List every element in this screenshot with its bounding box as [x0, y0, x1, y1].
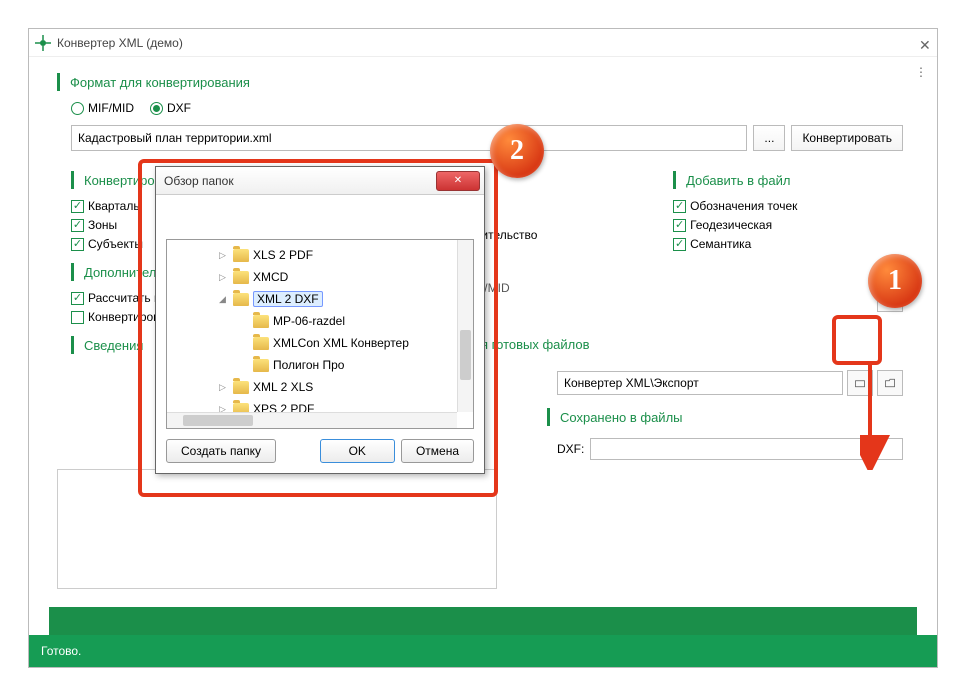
chk-konvertirov[interactable] [71, 311, 84, 324]
chk-subjekty[interactable]: ✓ [71, 238, 84, 251]
chk-konvertirov-label: Конвертиров [88, 310, 160, 324]
saved-dxf-label: DXF: [557, 442, 584, 456]
tree-item-label: XML 2 DXF [253, 291, 323, 307]
dialog-close-button[interactable]: ✕ [436, 171, 480, 191]
chk-kvartaly-label: Кварталы [88, 199, 142, 213]
tree-item[interactable]: Полигон Про [167, 354, 473, 376]
folder-tree[interactable]: ▷XLS 2 PDF▷XMCD◢XML 2 DXF MP-06-razdel XML… [166, 239, 474, 429]
section-info-label: Сведения [84, 338, 143, 353]
chk-subjekty-label: Субъекты [88, 237, 143, 251]
chk-rasschitat[interactable]: ✓ [71, 292, 84, 305]
section-addtofile: Добавить в файл [673, 171, 903, 189]
export-path-open-button[interactable] [877, 370, 903, 396]
section-saved-label: Сохранено в файлы [560, 410, 683, 425]
radio-dxf[interactable]: DXF [150, 101, 191, 115]
tree-vscrollbar[interactable] [457, 240, 473, 412]
section-addtofile-label: Добавить в файл [686, 173, 790, 188]
close-icon[interactable]: ✕ [919, 37, 931, 49]
tree-item[interactable]: ▷XLS 2 PDF [167, 244, 473, 266]
folder-browse-dialog: Обзор папок ✕ ▷XLS 2 PDF▷XMCD◢XML 2 DXF M… [155, 166, 485, 474]
source-file-input[interactable] [71, 125, 747, 151]
saved-dxf-input[interactable] [590, 438, 903, 460]
chk-toch[interactable]: ✓ [673, 200, 686, 213]
tree-item[interactable]: ◢XML 2 DXF [167, 288, 473, 310]
status-text: Готово. [41, 644, 81, 658]
export-path-browse-button[interactable] [847, 370, 873, 396]
chk-kvartaly[interactable]: ✓ [71, 200, 84, 213]
browse-source-button[interactable]: ... [753, 125, 785, 151]
convert-button[interactable]: Конвертировать [791, 125, 903, 151]
chk-toch-label: Обозначения точек [690, 199, 797, 213]
app-logo-icon [35, 35, 51, 51]
export-path-input[interactable] [557, 371, 843, 395]
section-format-label: Формат для конвертирования [70, 75, 250, 90]
chk-geod[interactable]: ✓ [673, 219, 686, 232]
tree-item-label: MP-06-razdel [273, 314, 345, 328]
chk-geod-label: Геодезическая [690, 218, 772, 232]
chk-zony[interactable]: ✓ [71, 219, 84, 232]
status-bar: Готово. [29, 635, 937, 667]
radio-dxf-label: DXF [167, 101, 191, 115]
progress-bar [49, 607, 917, 635]
tree-item-label: Полигон Про [273, 358, 344, 372]
section-accent-bar [57, 73, 60, 91]
section-saved: Сохранено в файлы [547, 408, 917, 426]
tree-item[interactable]: XMLCon XML Конвертер [167, 332, 473, 354]
section-format: Формат для конвертирования [57, 73, 917, 91]
format-radio-group: MIF/MID DXF [71, 101, 917, 115]
export-path-row [557, 370, 903, 396]
chk-seman[interactable]: ✓ [673, 238, 686, 251]
chk-zony-label: Зоны [88, 218, 117, 232]
tree-item[interactable]: ▷XMCD [167, 266, 473, 288]
info-textarea[interactable] [57, 469, 497, 589]
source-file-row: ... Конвертировать [71, 125, 903, 151]
chk-seman-label: Семантика [690, 237, 751, 251]
tree-item[interactable]: MP-06-razdel [167, 310, 473, 332]
tree-item-label: XLS 2 PDF [253, 248, 313, 262]
new-folder-button[interactable]: Создать папку [166, 439, 276, 463]
tree-item-label: XML 2 XLS [253, 380, 313, 394]
dialog-title: Обзор папок [164, 174, 436, 188]
tree-hscrollbar[interactable] [167, 412, 457, 428]
titlebar: Конвертер XML (демо) ✕ [29, 29, 937, 57]
tree-item-label: XMLCon XML Конвертер [273, 336, 409, 350]
cancel-button[interactable]: Отмена [401, 439, 474, 463]
ok-button[interactable]: OK [320, 439, 395, 463]
dialog-titlebar: Обзор папок ✕ [156, 167, 484, 195]
tree-item[interactable]: ▷XML 2 XLS [167, 376, 473, 398]
tree-item-label: XMCD [253, 270, 288, 284]
radio-mif[interactable]: MIF/MID [71, 101, 134, 115]
saved-dxf-row: DXF: [557, 438, 903, 460]
window-title: Конвертер XML (демо) [57, 36, 919, 50]
save-path-browse-large-button[interactable] [877, 286, 903, 312]
radio-mif-label: MIF/MID [88, 101, 134, 115]
